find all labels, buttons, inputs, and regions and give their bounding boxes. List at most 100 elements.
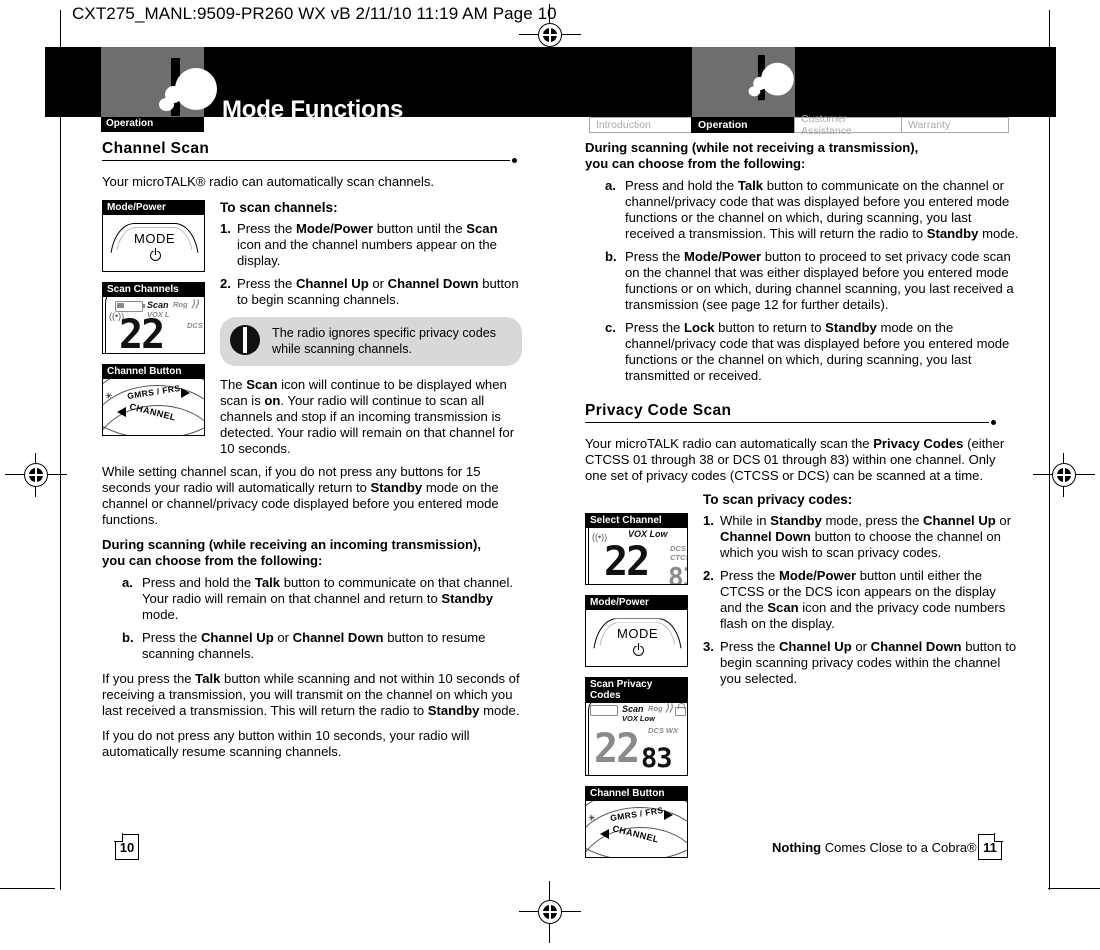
power-symbol-icon xyxy=(633,642,644,657)
channel-up-arrow-icon xyxy=(181,387,190,398)
list-text: Press the Mode/Power button until the Sc… xyxy=(237,220,498,268)
list-text: Press the Mode/Power button to proceed t… xyxy=(625,248,1014,312)
figure-column-left: Mode/Power MODE Scan Channels Scan Rog ⟩… xyxy=(102,199,205,446)
privacy-scan-text: 1. While in Standby mode, press the Chan… xyxy=(703,513,1020,687)
mode-button-icon: MODE xyxy=(586,610,687,667)
tagline-rest: Comes Close to a Cobra® xyxy=(821,840,977,855)
during-scanning-items-right: a. Press and hold the Talk button to com… xyxy=(585,178,1020,384)
figure-caption: Scan Channels xyxy=(103,282,204,297)
star-icon: ✳ xyxy=(105,390,113,401)
figure-select-channel: Select Channel ((•)) VOX Low DCS CTCS 22… xyxy=(585,513,688,586)
channel-scan-text: To scan channels: 1. Press the Mode/Powe… xyxy=(220,200,522,457)
registration-mark-bottom xyxy=(519,881,581,943)
info-icon xyxy=(230,324,260,355)
section-tabstrip[interactable]: Introduction Operation Customer Assistan… xyxy=(589,113,1009,137)
list-text: Press and hold the Talk button to commun… xyxy=(625,177,1019,241)
mode-button-icon: MODE xyxy=(103,214,204,271)
tagline-bold: Nothing xyxy=(772,840,822,855)
to-scan-channels-heading: To scan channels: xyxy=(220,199,338,215)
figure-caption: Channel Button xyxy=(586,787,687,802)
footer-tagline: Nothing Comes Close to a Cobra® xyxy=(772,840,977,855)
lcd-display-icon: Scan Rog ⟩⟩ VOX Low DCS WX 22 83 xyxy=(586,703,687,776)
heading-line-1: During scanning (while not receiving a t… xyxy=(585,140,919,155)
during-scanning-heading-right: During scanning (while not receiving a t… xyxy=(585,140,1020,172)
figure-column-right: Select Channel ((•)) VOX Low DCS CTCS 22… xyxy=(585,513,688,868)
privacy-scan-body: Select Channel ((•)) VOX Low DCS CTCS 22… xyxy=(585,513,1020,859)
list-marker: 1. xyxy=(703,513,714,529)
list-text: Press the Lock button to return to Stand… xyxy=(625,319,1010,383)
heading-line-1: During scanning (while receiving an inco… xyxy=(102,537,482,552)
list-marker: 2. xyxy=(703,568,714,584)
privacy-scan-lead: Your microTALK radio can automatically s… xyxy=(585,435,1005,483)
channel-button-icon: ✳ GMRS / FRS CHANNEL xyxy=(586,801,687,858)
list-text: While in Standby mode, press the Channel… xyxy=(720,513,1012,561)
paragraph-scan-icon: The Scan icon will continue to be displa… xyxy=(220,377,515,457)
list-item: 3. Press the Channel Up or Channel Down … xyxy=(703,639,1020,687)
tab-warranty[interactable]: Warranty xyxy=(901,117,1009,133)
left-column: Channel Scan Your microTALK® radio can a… xyxy=(102,140,522,769)
list-item: 1. Press the Mode/Power button until the… xyxy=(220,221,522,269)
channel-button-icon: ✳ GMRS / FRS CHANNEL xyxy=(103,378,204,435)
paragraph-10-seconds: If you do not press any button within 10… xyxy=(102,727,470,759)
list-marker: c. xyxy=(605,319,616,335)
list-text: Press the Mode/Power button until either… xyxy=(720,568,1006,632)
list-item: a. Press and hold the Talk button to com… xyxy=(605,178,1020,242)
figure-scan-channels: Scan Channels Scan Rog ⟩⟩ VOX L ((•)) DC… xyxy=(102,281,205,354)
to-scan-privacy-codes-heading: To scan privacy codes: xyxy=(703,492,853,508)
figure-scan-privacy-codes: Scan Privacy Codes Scan Rog ⟩⟩ VOX Low D… xyxy=(585,677,688,777)
cobra-logo-icon xyxy=(747,55,794,103)
note-text: The radio ignores specific privacy codes… xyxy=(272,325,496,356)
list-item: 1. While in Standby mode, press the Chan… xyxy=(703,513,1020,561)
page-number-right: 11 xyxy=(978,834,1002,860)
privacy-scan-steps: 1. While in Standby mode, press the Chan… xyxy=(703,513,1020,687)
figure-caption: Mode/Power xyxy=(103,200,204,215)
list-text: Press and hold the Talk button to commun… xyxy=(142,574,513,622)
section-heading-channel-scan: Channel Scan xyxy=(102,140,210,157)
list-item: b. Press the Channel Up or Channel Down … xyxy=(122,630,522,662)
during-scanning-heading-left: During scanning (while receiving an inco… xyxy=(102,537,522,569)
section-tab-label: Operation xyxy=(106,118,154,129)
during-scanning-items-left: a. Press and hold the Talk button to com… xyxy=(102,575,522,662)
figure-caption: Select Channel xyxy=(586,514,687,529)
list-text: Press the Channel Up or Channel Down but… xyxy=(237,275,519,307)
tab-introduction[interactable]: Introduction xyxy=(589,117,691,133)
lcd-display-icon: ((•)) VOX Low DCS CTCS 22 83 xyxy=(586,528,687,585)
scan-channels-steps: 1. Press the Mode/Power button until the… xyxy=(220,221,522,308)
tab-customer-assistance[interactable]: Customer Assistance xyxy=(794,113,901,137)
list-item: c. Press the Lock button to return to St… xyxy=(605,320,1020,384)
list-marker: 1. xyxy=(220,220,231,236)
registration-mark-right xyxy=(1033,453,1095,497)
crop-line-right xyxy=(1048,888,1100,889)
registration-mark-left xyxy=(5,453,67,497)
right-column: During scanning (while not receiving a t… xyxy=(585,140,1020,859)
heading-line-2: you can choose from the following: xyxy=(102,552,323,568)
channel-scan-lead: Your microTALK® radio can automatically … xyxy=(102,174,435,189)
star-icon: ✳ xyxy=(588,813,596,824)
list-marker: a. xyxy=(122,574,133,590)
list-marker: a. xyxy=(605,177,616,193)
figure-caption: Mode/Power xyxy=(586,596,687,611)
mode-button-label: MODE xyxy=(134,230,175,246)
channel-down-arrow-icon xyxy=(600,829,609,840)
heading-line-2: you can choose from the following: xyxy=(585,155,806,171)
figure-caption: Scan Privacy Codes xyxy=(586,678,687,704)
list-item: 2. Press the Mode/Power button until eit… xyxy=(703,568,1020,632)
page-number-left: 10 xyxy=(115,834,139,860)
mode-button-label: MODE xyxy=(617,626,658,642)
list-text: Press the Channel Up or Channel Down but… xyxy=(142,629,486,661)
list-item: a. Press and hold the Talk button to com… xyxy=(122,575,522,623)
note-callout: The radio ignores specific privacy codes… xyxy=(220,316,522,367)
lcd-display-icon: Scan Rog ⟩⟩ VOX L ((•)) DCS 22 xyxy=(103,296,204,353)
list-marker: 2. xyxy=(220,275,231,291)
list-marker: 3. xyxy=(703,639,714,655)
list-marker: b. xyxy=(122,629,134,645)
section-rule xyxy=(585,419,1020,432)
print-filestamp: CXT275_MANL:9509-PR260 WX vB 2/11/10 11:… xyxy=(72,4,557,23)
list-text: Press the Channel Up or Channel Down but… xyxy=(720,639,1017,687)
section-tab-operation-left: Operation xyxy=(101,117,204,132)
figure-channel-button: Channel Button ✳ GMRS / FRS CHANNEL xyxy=(585,786,688,859)
tab-operation[interactable]: Operation xyxy=(691,117,794,133)
paragraph-talk-button: If you press the Talk button while scann… xyxy=(102,670,520,718)
channel-down-arrow-icon xyxy=(117,406,126,417)
figure-caption: Channel Button xyxy=(103,364,204,379)
